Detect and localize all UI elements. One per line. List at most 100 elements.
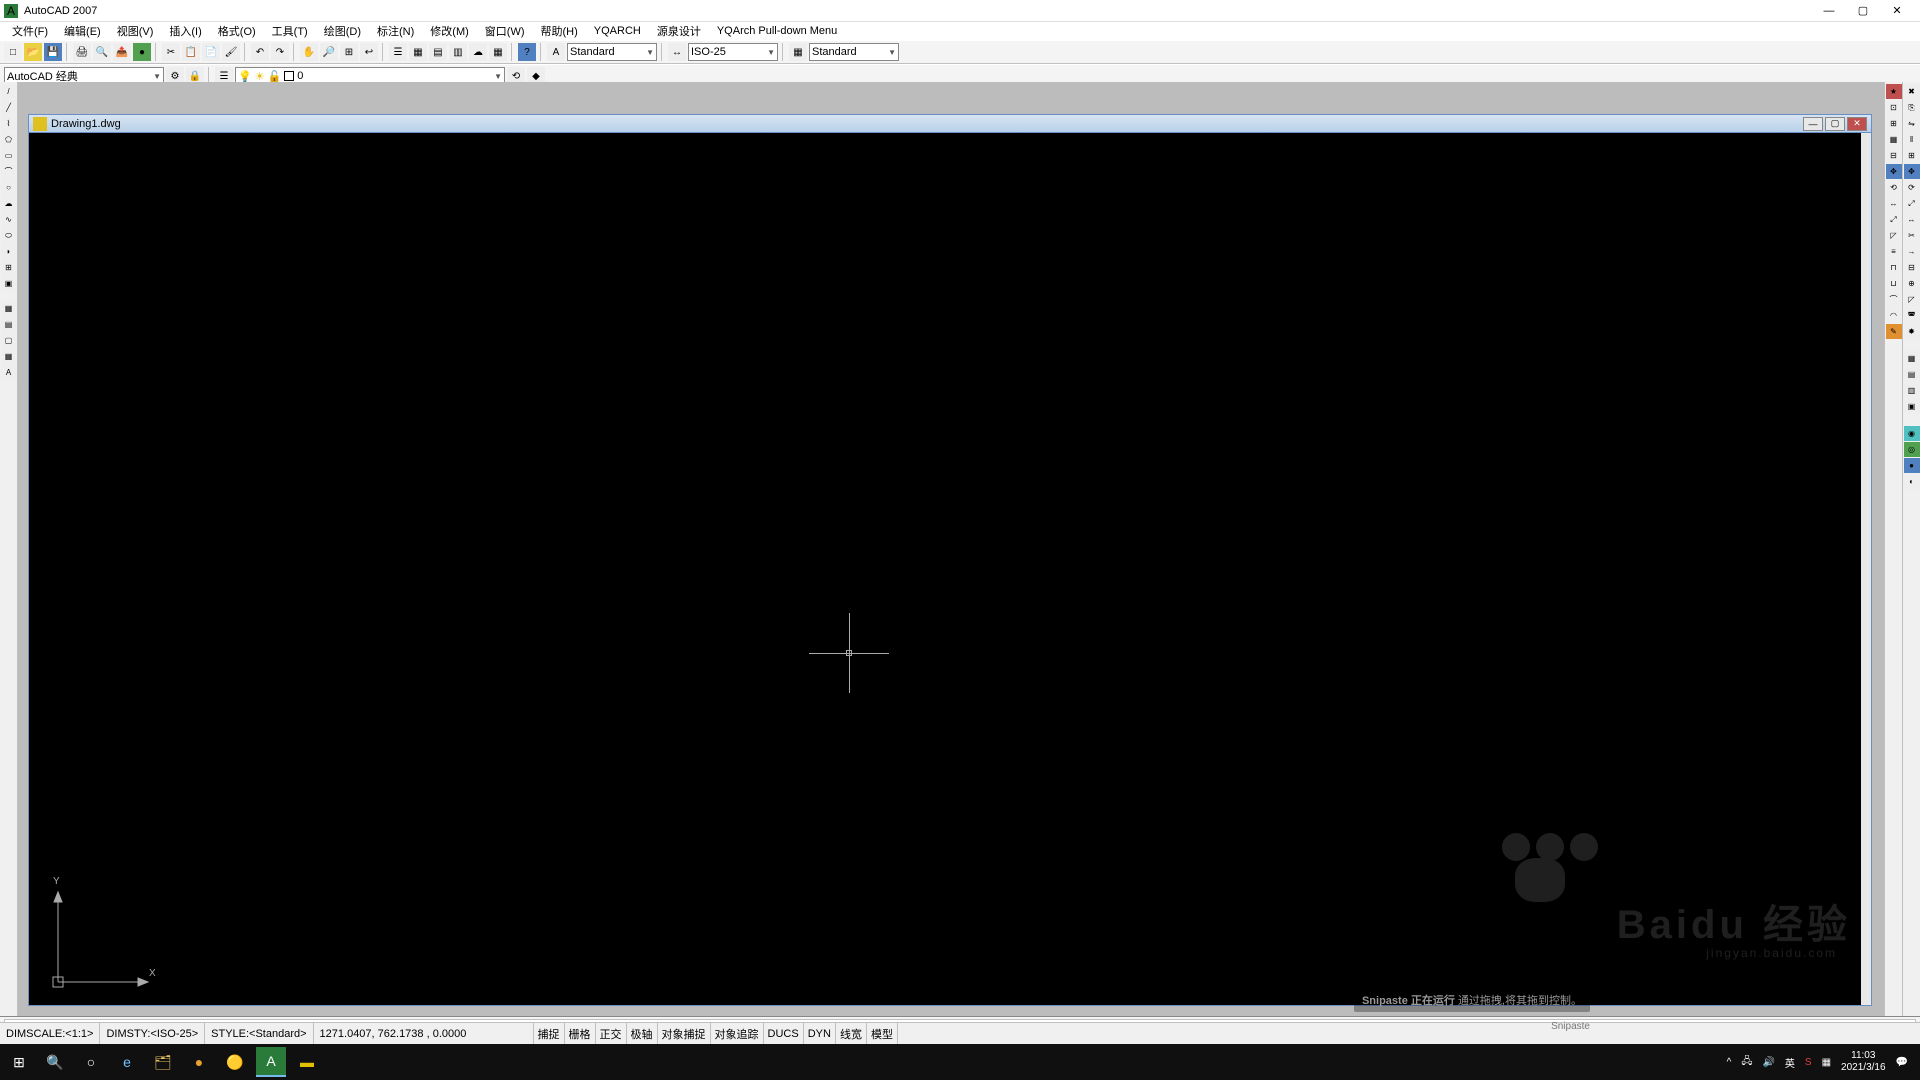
- revcloud-icon[interactable]: ☁: [1, 196, 17, 211]
- zoom-win-icon[interactable]: ⊞: [340, 43, 358, 61]
- undo-icon[interactable]: ↶: [251, 43, 269, 61]
- cortana-button[interactable]: ○: [76, 1047, 106, 1077]
- yq7-icon[interactable]: ⟲: [1886, 180, 1902, 195]
- menu-yuanquan[interactable]: 源泉设计: [649, 21, 709, 41]
- close-button[interactable]: ✕: [1890, 4, 1904, 18]
- copy2-icon[interactable]: ⎘: [1904, 100, 1920, 115]
- toggle-osnap[interactable]: 对象捕捉: [658, 1023, 711, 1044]
- dim-style-icon[interactable]: ↔: [668, 43, 686, 61]
- explorer-icon[interactable]: 🗂: [148, 1047, 178, 1077]
- spline-icon[interactable]: ∿: [1, 212, 17, 227]
- tray-up-icon[interactable]: ^: [1727, 1057, 1732, 1068]
- yq3-icon[interactable]: ⊞: [1886, 116, 1902, 131]
- chamfer-icon[interactable]: ◸: [1904, 292, 1920, 307]
- menu-help[interactable]: 帮助(H): [533, 21, 586, 41]
- doc-minimize-button[interactable]: —: [1803, 117, 1823, 131]
- polygon-icon[interactable]: ⬠: [1, 132, 17, 147]
- dim-style-select[interactable]: ISO-25▼: [688, 43, 778, 61]
- help-icon[interactable]: ?: [518, 43, 536, 61]
- yq9-icon[interactable]: ⤢: [1886, 212, 1902, 227]
- chrome-icon[interactable]: 🟡: [220, 1047, 250, 1077]
- yq11-icon[interactable]: ≡: [1886, 244, 1902, 259]
- yq4-icon[interactable]: ▦: [1886, 132, 1902, 147]
- array-icon[interactable]: ⊞: [1904, 148, 1920, 163]
- redo-icon[interactable]: ↷: [271, 43, 289, 61]
- menu-edit[interactable]: 编辑(E): [56, 21, 109, 41]
- menu-yqarch[interactable]: YQARCH: [586, 23, 649, 39]
- insert-icon[interactable]: ⊞: [1, 260, 17, 275]
- line-icon[interactable]: /: [1, 84, 17, 99]
- yq5-icon[interactable]: ⊟: [1886, 148, 1902, 163]
- ssm-icon[interactable]: ▥: [449, 43, 467, 61]
- stretch-icon[interactable]: ↔: [1904, 212, 1920, 227]
- erase-icon[interactable]: ✖: [1904, 84, 1920, 99]
- menu-file[interactable]: 文件(F): [4, 21, 56, 41]
- ellipse-icon[interactable]: ⬭: [1, 228, 17, 243]
- yq8-icon[interactable]: ↔: [1886, 196, 1902, 211]
- pline-icon[interactable]: ⌇: [1, 116, 17, 131]
- minimize-button[interactable]: —: [1822, 4, 1836, 18]
- calc-icon[interactable]: ▦: [489, 43, 507, 61]
- yq12-icon[interactable]: ⊓: [1886, 260, 1902, 275]
- tool2-icon[interactable]: ▤: [1904, 367, 1920, 382]
- block-icon[interactable]: ▣: [1, 276, 17, 291]
- ellipsearc-icon[interactable]: ◗: [1, 244, 17, 259]
- new-icon[interactable]: □: [4, 43, 22, 61]
- mirror-icon[interactable]: ⇋: [1904, 116, 1920, 131]
- app-icon-2[interactable]: ▬: [292, 1047, 322, 1077]
- maximize-button[interactable]: ▢: [1856, 4, 1870, 18]
- tray-net-icon[interactable]: 🖧: [1741, 1054, 1752, 1071]
- paste-icon[interactable]: 📄: [202, 43, 220, 61]
- copy-icon[interactable]: 📋: [182, 43, 200, 61]
- menu-insert[interactable]: 插入(I): [161, 21, 209, 41]
- text-style-icon[interactable]: A: [547, 43, 565, 61]
- fillet-icon[interactable]: ◚: [1904, 308, 1920, 323]
- 3d-icon[interactable]: ●: [133, 43, 151, 61]
- publish-icon[interactable]: 📤: [113, 43, 131, 61]
- save-icon[interactable]: 💾: [44, 43, 62, 61]
- open-icon[interactable]: 📂: [24, 43, 42, 61]
- toggle-snap[interactable]: 捕捉: [534, 1023, 565, 1044]
- taskbar-clock[interactable]: 11:03 2021/3/16: [1841, 1050, 1886, 1074]
- menu-view[interactable]: 视图(V): [109, 21, 162, 41]
- vertical-scrollbar[interactable]: [1861, 133, 1871, 1005]
- preview-icon[interactable]: 🔍: [93, 43, 111, 61]
- zoom-rt-icon[interactable]: 🔎: [320, 43, 338, 61]
- toggle-lwt[interactable]: 线宽: [836, 1023, 867, 1044]
- table-icon[interactable]: ▦: [1, 349, 17, 364]
- matchprop-icon[interactable]: 🖌: [222, 43, 240, 61]
- menu-window[interactable]: 窗口(W): [477, 21, 533, 41]
- menu-tools[interactable]: 工具(T): [264, 21, 316, 41]
- toggle-polar[interactable]: 极轴: [627, 1023, 658, 1044]
- menu-draw[interactable]: 绘图(D): [316, 21, 369, 41]
- doc-maximize-button[interactable]: ▢: [1825, 117, 1845, 131]
- menu-yqarch-pulldown[interactable]: YQArch Pull-down Menu: [709, 23, 845, 39]
- tray-x-icon[interactable]: ▦: [1822, 1057, 1831, 1068]
- cut-icon[interactable]: ✂: [162, 43, 180, 61]
- toggle-dyn[interactable]: DYN: [804, 1023, 836, 1044]
- yq14-icon[interactable]: ⌒: [1886, 292, 1902, 307]
- circle-icon[interactable]: ○: [1, 180, 17, 195]
- move-icon[interactable]: ✥: [1904, 164, 1920, 179]
- yq16-icon[interactable]: ✎: [1886, 324, 1902, 339]
- yq6-icon[interactable]: ✥: [1886, 164, 1902, 179]
- toggle-ducs[interactable]: DUCS: [764, 1023, 804, 1044]
- toggle-otrack[interactable]: 对象追踪: [711, 1023, 764, 1044]
- markup-icon[interactable]: ☁: [469, 43, 487, 61]
- pan-icon[interactable]: ✋: [300, 43, 318, 61]
- edge-icon[interactable]: e: [112, 1047, 142, 1077]
- trim-icon[interactable]: ✂: [1904, 228, 1920, 243]
- yq1-icon[interactable]: ★: [1886, 84, 1902, 99]
- join-icon[interactable]: ⊕: [1904, 276, 1920, 291]
- xline-icon[interactable]: ╱: [1, 100, 17, 115]
- zoom-prev-icon[interactable]: ↩: [360, 43, 378, 61]
- yq2-icon[interactable]: ⊡: [1886, 100, 1902, 115]
- tray-ime-icon[interactable]: 英: [1785, 1055, 1795, 1070]
- extend-icon[interactable]: →: [1904, 244, 1920, 259]
- rotate-icon[interactable]: ⟳: [1904, 180, 1920, 195]
- render2-icon[interactable]: ◎: [1904, 442, 1920, 457]
- tray-s-icon[interactable]: S: [1805, 1057, 1812, 1068]
- mtext-icon[interactable]: A: [1, 365, 17, 380]
- notification-button[interactable]: 💬: [1896, 1057, 1908, 1068]
- text-style-select[interactable]: Standard▼: [567, 43, 657, 61]
